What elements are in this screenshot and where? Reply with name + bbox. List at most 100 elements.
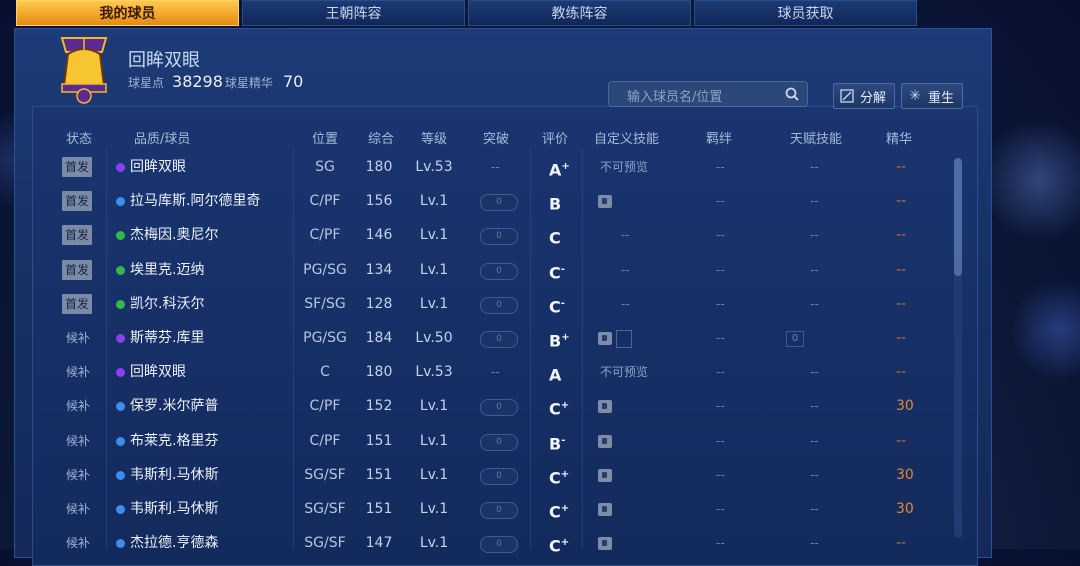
breakthrough-toggle[interactable]: 0	[480, 228, 518, 246]
player-position: SG/SF	[304, 466, 346, 483]
grade-letter: B	[549, 194, 562, 214]
grade-letter: C	[549, 228, 561, 248]
quality-dot-icon	[116, 402, 125, 412]
table-row[interactable]: 首发 拉马库斯.阿尔德里奇 C/PF 156 Lv.1 0 B -- -- --	[44, 184, 944, 218]
status-badge: 首发	[62, 157, 93, 177]
player-overall: 152	[365, 398, 393, 415]
breakthrough-toggle[interactable]: 0	[480, 467, 518, 485]
player-position: C	[320, 364, 330, 381]
player-overall: 151	[365, 432, 393, 449]
essence-value: --	[896, 432, 907, 449]
player-overall: 134	[365, 261, 393, 278]
table-row[interactable]: 候补 保罗.米尔萨普 C/PF 152 Lv.1 0 C+ -- -- 30	[44, 389, 944, 423]
lock-icon[interactable]	[598, 332, 612, 345]
quality-dot-icon	[116, 265, 125, 275]
grade-modifier: -	[561, 434, 566, 446]
custom-skill-value: --	[621, 228, 630, 243]
skill-slot[interactable]	[616, 330, 632, 348]
table-row[interactable]: 首发 埃里克.迈纳 PG/SG 134 Lv.1 0 C- -- -- -- --	[44, 253, 944, 287]
lock-icon[interactable]	[598, 503, 612, 516]
grade-value: B-	[549, 424, 565, 458]
player-name[interactable]: 杰梅因.奥尼尔	[130, 218, 218, 252]
essence-value: --	[896, 159, 907, 175]
search-icon[interactable]	[785, 87, 799, 101]
custom-skill-value: --	[621, 262, 630, 277]
scrollbar-thumb[interactable]	[954, 158, 962, 276]
table-row[interactable]: 首发 回眸双眼 SG 180 Lv.53 -- A+ 不可预览 -- -- --	[44, 150, 944, 184]
grade-letter: C	[549, 297, 561, 317]
player-name[interactable]: 凯尔.科沃尔	[130, 287, 204, 321]
tab-coach-lineup[interactable]: 教练阵容	[468, 0, 691, 26]
grade-modifier: +	[561, 161, 570, 172]
bond-value: --	[716, 433, 725, 448]
player-name[interactable]: 韦斯利.马休斯	[130, 492, 218, 526]
breakthrough-toggle[interactable]: 0	[480, 502, 518, 519]
breakthrough-toggle[interactable]: 0	[480, 296, 518, 314]
player-level: Lv.1	[419, 501, 449, 517]
grade-letter: A	[549, 365, 562, 385]
decompose-button[interactable]: 分解	[833, 83, 896, 109]
player-name[interactable]: 拉马库斯.阿尔德里奇	[130, 184, 260, 218]
talent-slot[interactable]: 0	[786, 331, 804, 347]
breakthrough-value: --	[491, 365, 500, 380]
quality-dot-icon	[116, 368, 125, 378]
talent-value: --	[810, 228, 819, 243]
quality-dot-icon	[116, 334, 125, 343]
player-name[interactable]: 斯蒂芬.库里	[130, 321, 204, 355]
profile-stats: 球星点 38298 球星精华 70	[128, 72, 305, 91]
player-overall: 151	[365, 466, 393, 483]
player-level: Lv.53	[415, 364, 453, 381]
player-level: Lv.1	[419, 398, 449, 415]
column-header-custom-skill: 自定义技能	[594, 132, 660, 147]
table-row[interactable]: 候补 韦斯利.马休斯 SG/SF 151 Lv.1 0 C+ -- -- 30	[44, 458, 944, 492]
table-row[interactable]: 候补 布莱克.格里芬 C/PF 151 Lv.1 0 B- -- -- --	[44, 424, 944, 458]
lock-icon[interactable]	[598, 537, 612, 551]
bond-value: --	[716, 160, 725, 174]
team-bell-logo-icon	[60, 37, 108, 104]
player-name[interactable]: 埃里克.迈纳	[130, 253, 204, 287]
table-row[interactable]: 候补 韦斯利.马休斯 SG/SF 151 Lv.1 0 C+ -- -- 30	[44, 492, 944, 526]
player-position: C/PF	[309, 193, 341, 210]
table-row[interactable]: 候补 回眸双眼 C 180 Lv.53 -- A 不可预览 -- -- --	[44, 355, 944, 389]
breakthrough-toggle[interactable]: 0	[480, 433, 518, 451]
column-header-grade: 评价	[542, 132, 569, 147]
rebirth-button[interactable]: ✳ 重生	[901, 83, 964, 109]
breakthrough-toggle[interactable]: 0	[480, 399, 518, 417]
player-level: Lv.50	[415, 330, 453, 346]
player-name[interactable]: 韦斯利.马休斯	[130, 458, 218, 492]
lock-icon[interactable]	[598, 400, 612, 414]
player-name[interactable]: 回眸双眼	[130, 150, 186, 184]
tab-player-acquire[interactable]: 球员获取	[694, 0, 917, 26]
player-overall: 128	[365, 295, 393, 312]
scrollbar[interactable]	[954, 158, 962, 538]
lock-icon[interactable]	[598, 468, 612, 482]
breakthrough-toggle[interactable]: 0	[480, 194, 518, 212]
bond-value: --	[716, 467, 725, 482]
player-name[interactable]: 布莱克.格里芬	[130, 424, 218, 458]
breakthrough-toggle[interactable]: 0	[480, 262, 518, 280]
tab-my-players[interactable]: 我的球员	[16, 0, 239, 26]
player-name[interactable]: 杰拉德.亨德森	[130, 526, 218, 560]
table-row[interactable]: 首发 凯尔.科沃尔 SF/SG 128 Lv.1 0 C- -- -- -- --	[44, 287, 944, 321]
lock-icon[interactable]	[598, 195, 612, 209]
breakthrough-toggle[interactable]: 0	[480, 536, 518, 554]
player-overall: 151	[365, 501, 393, 517]
status-text: 候补	[66, 365, 91, 380]
table-row[interactable]: 首发 杰梅因.奥尼尔 C/PF 146 Lv.1 0 C -- -- -- --	[44, 218, 944, 252]
table-row[interactable]: 候补 杰拉德.亨德森 SG/SF 147 Lv.1 0 C+ -- -- --	[44, 526, 944, 560]
rebirth-icon: ✳	[909, 88, 921, 104]
player-overall: 156	[365, 193, 393, 210]
lock-icon[interactable]	[598, 434, 612, 448]
talent-value: --	[810, 296, 819, 311]
grade-modifier: -	[560, 297, 565, 309]
grade-value: C+	[549, 458, 569, 492]
player-name[interactable]: 保罗.米尔萨普	[130, 389, 218, 423]
breakthrough-toggle[interactable]: 0	[480, 331, 518, 348]
table-row[interactable]: 候补 斯蒂芬.库里 PG/SG 184 Lv.50 0 B+ -- 0 --	[44, 321, 944, 355]
essence-value: --	[896, 535, 907, 552]
column-header-position: 位置	[312, 132, 339, 147]
search-input[interactable]: 输入球员名/位置	[608, 81, 808, 107]
talent-value: --	[810, 536, 819, 551]
tab-dynasty-lineup[interactable]: 王朝阵容	[242, 0, 465, 26]
player-name[interactable]: 回眸双眼	[130, 355, 186, 389]
